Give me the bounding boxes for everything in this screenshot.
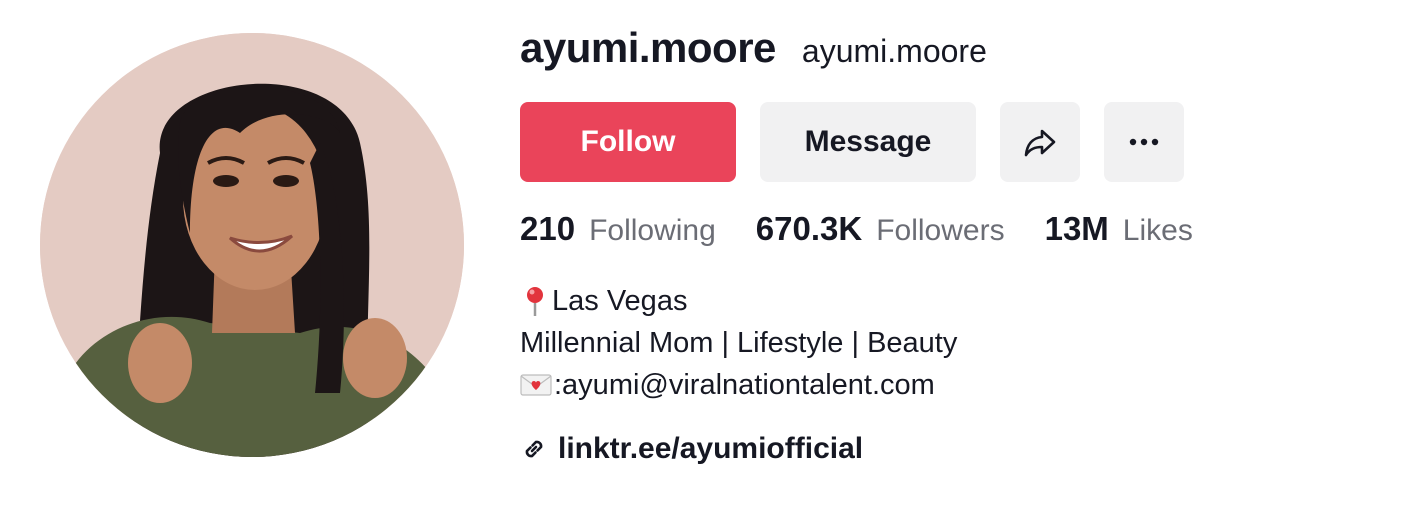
title-row: ayumi.moore ayumi.moore [520, 24, 1384, 78]
nickname: ayumi.moore [801, 33, 987, 69]
link-icon [525, 440, 543, 458]
bio-location: Las Vegas [520, 280, 957, 322]
followers-count: 670.3K [755, 210, 863, 247]
more-button[interactable] [1104, 102, 1184, 182]
avatar-photo [40, 33, 464, 457]
pin-icon [527, 287, 543, 316]
likes-label: Likes [1122, 214, 1193, 247]
following-count: 210 [520, 210, 576, 247]
location-text: Las Vegas [552, 285, 688, 317]
username: ayumi.moore [520, 24, 776, 71]
message-button[interactable]: Message [760, 102, 976, 182]
action-buttons: Follow Message [520, 102, 1184, 182]
following-label: Following [589, 214, 716, 247]
avatar[interactable] [40, 33, 464, 457]
follow-button[interactable]: Follow [520, 102, 736, 182]
bio-link[interactable]: linktr.ee/ayumiofficial [520, 432, 863, 466]
stats-row: 210 Following 670.3K Followers 13M Likes [520, 210, 1233, 248]
email-text: :ayumi@viralnationtalent.com [554, 369, 935, 401]
followers-label: Followers [876, 214, 1005, 247]
likes-count: 13M [1044, 210, 1109, 247]
more-dots-icon [1129, 138, 1159, 146]
bio: Las Vegas Millennial Mom | Lifestyle | B… [520, 280, 957, 406]
stat-likes: 13M Likes [1045, 210, 1193, 248]
bio-tagline: Millennial Mom | Lifestyle | Beauty [520, 327, 958, 359]
profile-info: ayumi.moore ayumi.moore Follow Message 2… [520, 24, 1384, 465]
share-button[interactable] [1000, 102, 1080, 182]
link-text: linktr.ee/ayumiofficial [558, 432, 864, 465]
stat-followers[interactable]: 670.3K Followers [756, 210, 1005, 248]
love-letter-icon [520, 374, 552, 396]
stat-following[interactable]: 210 Following [520, 210, 716, 248]
bio-email: :ayumi@viralnationtalent.com [520, 364, 957, 406]
share-arrow-icon [1024, 129, 1056, 157]
